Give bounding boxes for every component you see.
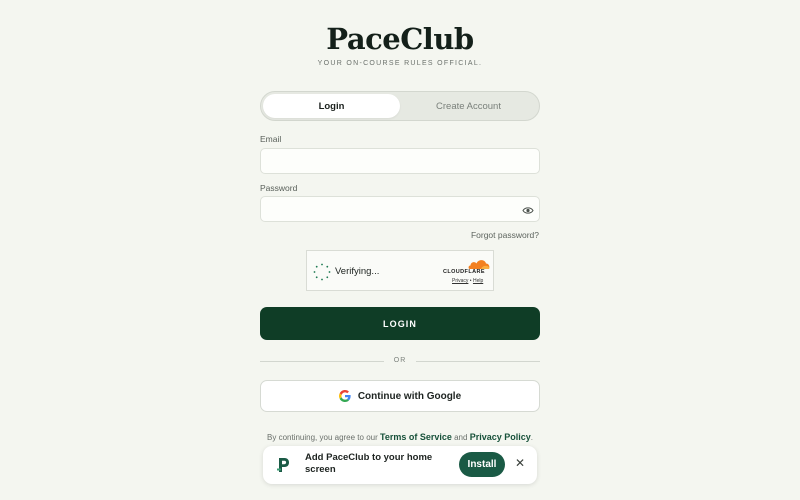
google-button-label: Continue with Google	[357, 390, 462, 402]
terms-and: and	[454, 433, 468, 442]
terms-notice: By continuing, you agree to our Terms of…	[260, 432, 540, 442]
captcha-widget[interactable]: Verifying... CLOUDFLARE Privacy • Help	[306, 250, 494, 291]
paceclub-logo-icon	[277, 458, 289, 472]
terms-of-service-link[interactable]: Terms of Service	[380, 432, 452, 442]
captcha-help-link[interactable]: Help	[473, 278, 483, 284]
tab-create-account[interactable]: Create Account	[400, 94, 537, 118]
close-icon[interactable]: ✕	[513, 456, 527, 472]
email-label: Email	[260, 134, 282, 144]
password-label: Password	[260, 183, 298, 193]
install-button[interactable]: Install	[459, 452, 505, 477]
captcha-links: Privacy • Help	[452, 278, 483, 284]
install-banner: Add PaceClub to your home screen Install…	[263, 446, 537, 484]
captcha-privacy-link[interactable]: Privacy	[452, 278, 468, 284]
forgot-password-link[interactable]: Forgot password?	[260, 230, 539, 240]
divider-left	[260, 361, 384, 362]
terms-suffix: .	[530, 433, 533, 442]
password-field[interactable]	[260, 196, 540, 222]
privacy-policy-link[interactable]: Privacy Policy	[470, 432, 531, 442]
google-signin-button[interactable]: Continue with Google	[260, 380, 540, 412]
captcha-links-separator: •	[469, 278, 472, 284]
install-banner-text: Add PaceClub to your home screen	[305, 452, 433, 475]
google-icon	[338, 390, 351, 402]
login-button[interactable]: LOGIN	[260, 307, 540, 340]
terms-prefix: By continuing, you agree to our	[267, 433, 378, 442]
eye-icon[interactable]	[521, 204, 535, 216]
divider-right	[416, 361, 540, 362]
spinner-icon	[313, 263, 331, 281]
captcha-status: Verifying...	[335, 266, 380, 277]
brand-tagline: YOUR ON-COURSE RULES OFFICIAL.	[317, 60, 483, 67]
divider-label: OR	[393, 357, 407, 364]
cloudflare-name: CLOUDFLARE	[443, 269, 485, 275]
tab-login[interactable]: Login	[263, 94, 400, 118]
email-field[interactable]	[260, 148, 540, 174]
auth-tabs: Login Create Account	[260, 91, 540, 121]
brand-title: PaceClub	[326, 22, 474, 56]
